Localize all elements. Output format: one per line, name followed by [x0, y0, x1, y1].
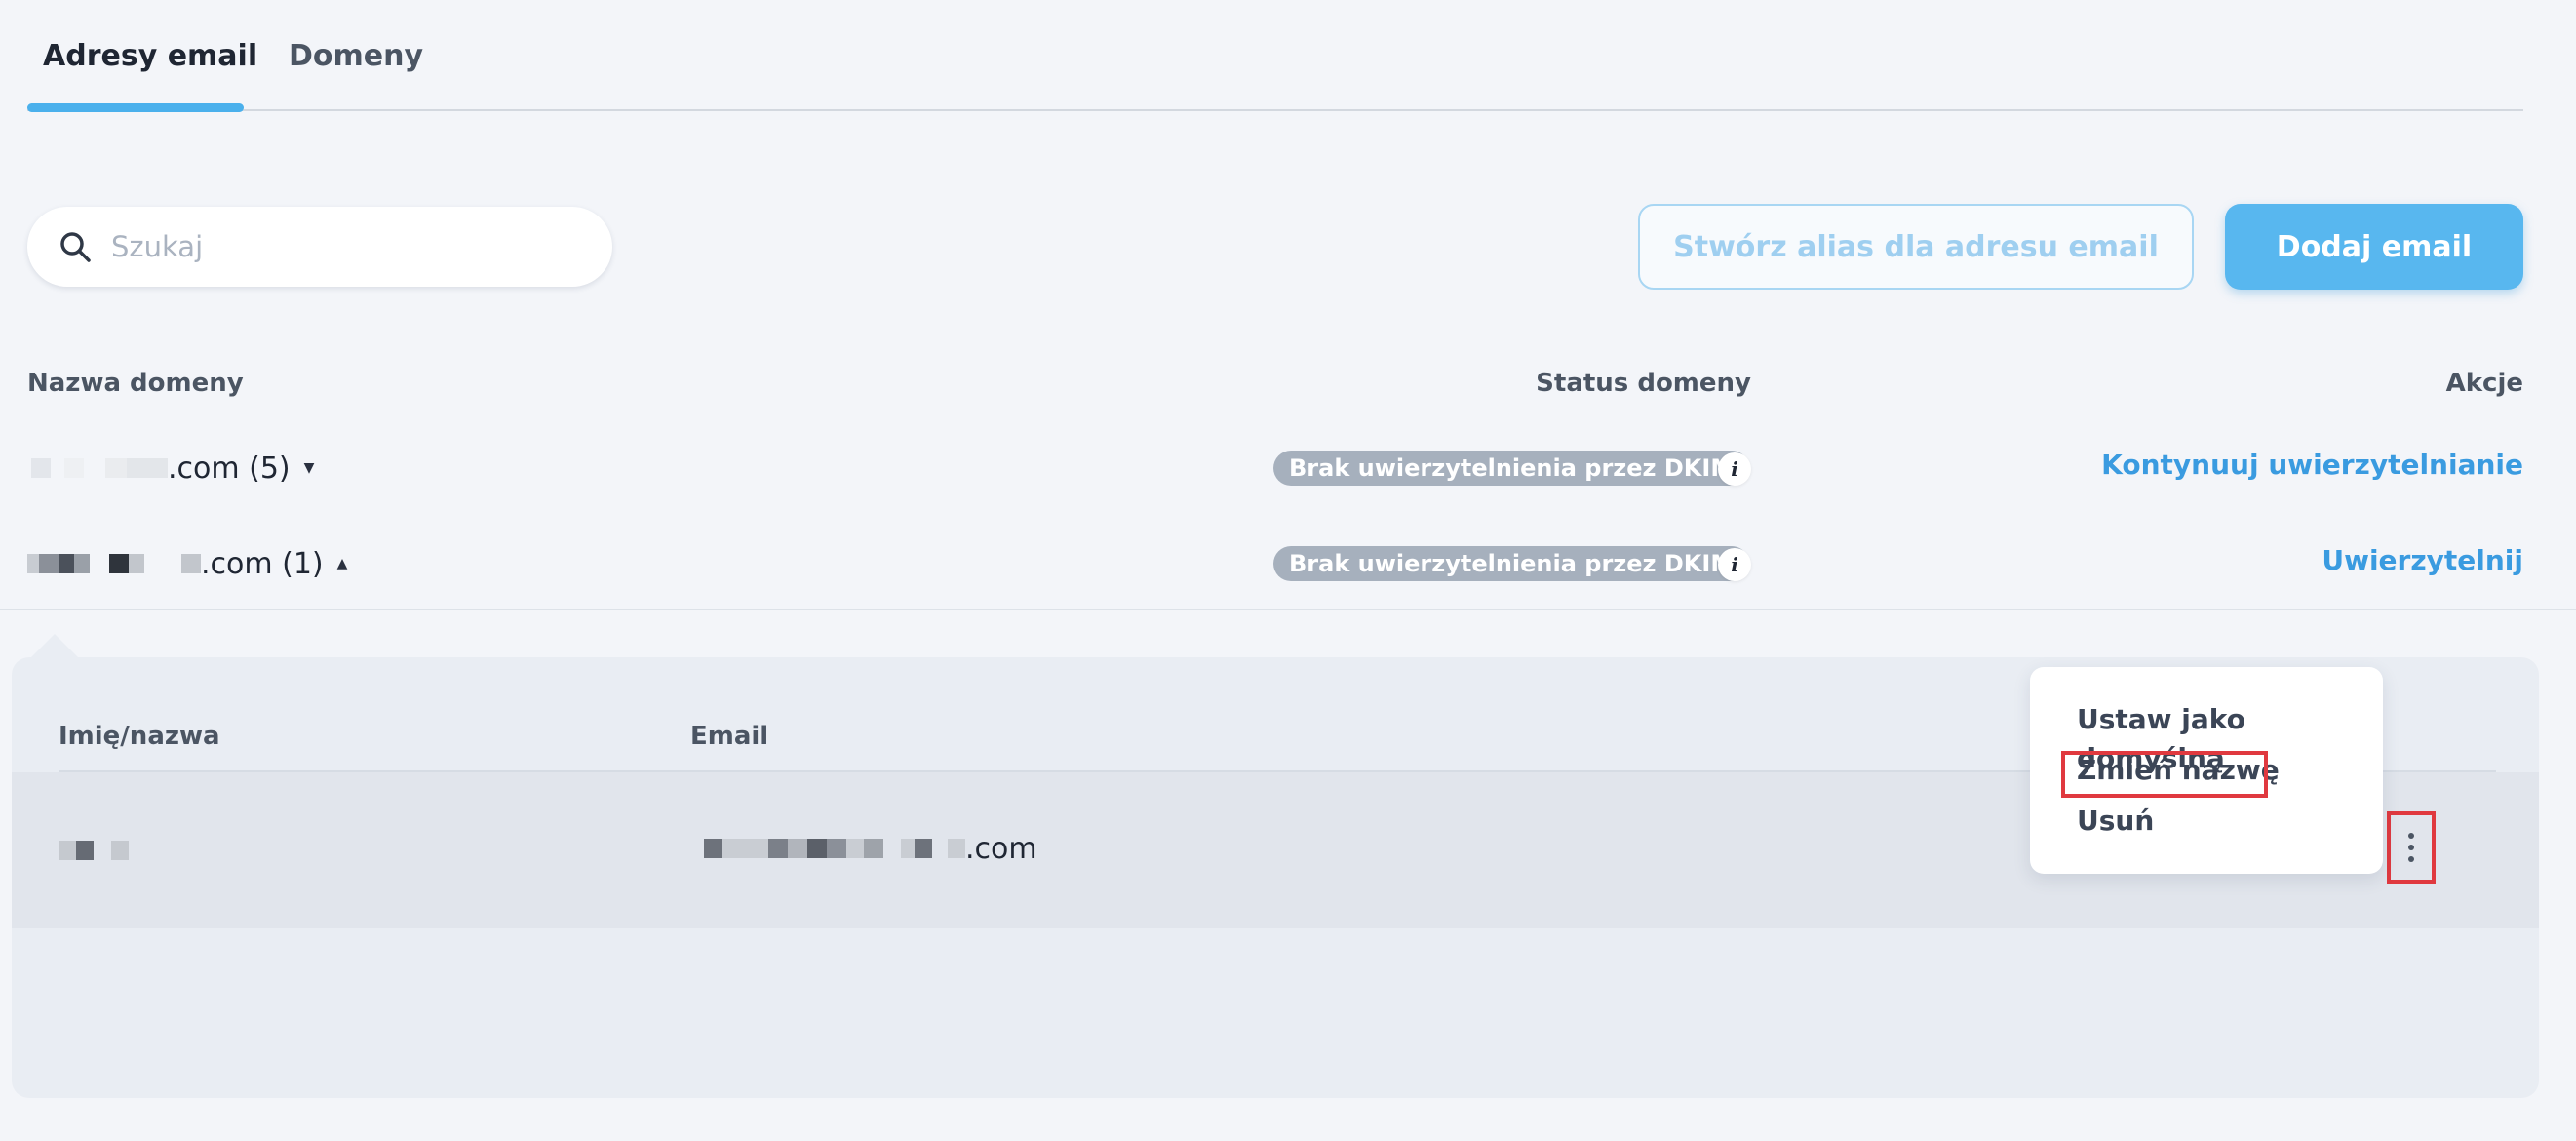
info-icon[interactable]: i: [1718, 452, 1751, 486]
email-address: .com: [690, 829, 1037, 868]
redacted-text: [788, 839, 807, 858]
more-vertical-icon[interactable]: [2387, 811, 2436, 884]
redacted-text: [59, 554, 74, 573]
column-header-domain-name: Nazwa domeny: [27, 369, 244, 398]
panel-pointer: [31, 634, 78, 657]
search-input[interactable]: [111, 207, 579, 287]
domain-name-toggle[interactable]: .com (1) ▲: [27, 544, 347, 583]
redacted-text: [864, 839, 883, 858]
tab-email-addresses[interactable]: Adresy email: [43, 37, 257, 76]
domain-name-toggle[interactable]: .com (5) ▼: [27, 449, 314, 488]
redacted-text: [64, 458, 84, 478]
redacted-text: [807, 839, 827, 858]
redacted-text: [76, 841, 94, 860]
create-alias-button[interactable]: Stwórz alias dla adresu email: [1638, 204, 2194, 290]
add-email-button[interactable]: Dodaj email: [2225, 204, 2523, 290]
domain-name: .com (1): [201, 546, 324, 581]
status-badge: Brak uwierzytelnienia przez DKIM: [1273, 451, 1750, 486]
column-header-name: Imię/nazwa: [59, 722, 220, 751]
caret-up-icon: ▲: [336, 556, 348, 571]
redacted-text: [129, 554, 144, 573]
caret-down-icon: ▼: [303, 460, 315, 476]
active-tab-indicator: [27, 103, 244, 112]
redacted-text: [27, 554, 39, 573]
menu-item-delete[interactable]: Usuń: [2077, 802, 2154, 841]
search-box: [27, 207, 612, 287]
context-menu: Ustaw jako domyślną Zmień nazwę Usuń: [2030, 667, 2383, 874]
redacted-text: [181, 554, 201, 573]
tab-domains[interactable]: Domeny: [289, 37, 423, 76]
redacted-text: [105, 458, 127, 478]
domain-row: .com (5) ▼ Brak uwierzytelnienia przez D…: [0, 419, 2576, 515]
redacted-text: [31, 458, 51, 478]
email-domain: .com: [965, 831, 1037, 866]
search-icon: [60, 232, 91, 262]
tab-bar: Adresy email Domeny: [27, 0, 2523, 112]
redacted-text: [901, 839, 915, 858]
status-badge: Brak uwierzytelnienia przez DKIM: [1273, 546, 1750, 581]
highlight-box: [2061, 751, 2268, 798]
column-header-actions: Akcje: [2445, 369, 2523, 398]
domain-name: .com (5): [168, 451, 291, 486]
column-header-domain-status: Status domeny: [1536, 369, 1751, 398]
redacted-text: [39, 554, 59, 573]
redacted-text: [948, 839, 965, 858]
redacted-text: [111, 841, 129, 860]
redacted-text: [846, 839, 864, 858]
authenticate-link[interactable]: Uwierzytelnij: [2322, 544, 2523, 576]
redacted-text: [915, 839, 932, 858]
domain-row: .com (1) ▲ Brak uwierzytelnienia przez D…: [0, 515, 2576, 610]
info-icon[interactable]: i: [1718, 548, 1751, 581]
redacted-text: [109, 554, 129, 573]
redacted-text: [127, 458, 168, 478]
redacted-text: [827, 839, 846, 858]
email-addresses-page: Adresy email Domeny Stwórz alias dla adr…: [0, 0, 2576, 1141]
email-display-name: [59, 841, 129, 860]
column-header-email: Email: [690, 722, 769, 751]
redacted-text: [722, 839, 768, 858]
continue-authentication-link[interactable]: Kontynuuj uwierzytelnianie: [2101, 449, 2523, 481]
redacted-text: [768, 839, 788, 858]
redacted-text: [74, 554, 90, 573]
redacted-text: [59, 841, 76, 860]
redacted-text: [704, 839, 722, 858]
